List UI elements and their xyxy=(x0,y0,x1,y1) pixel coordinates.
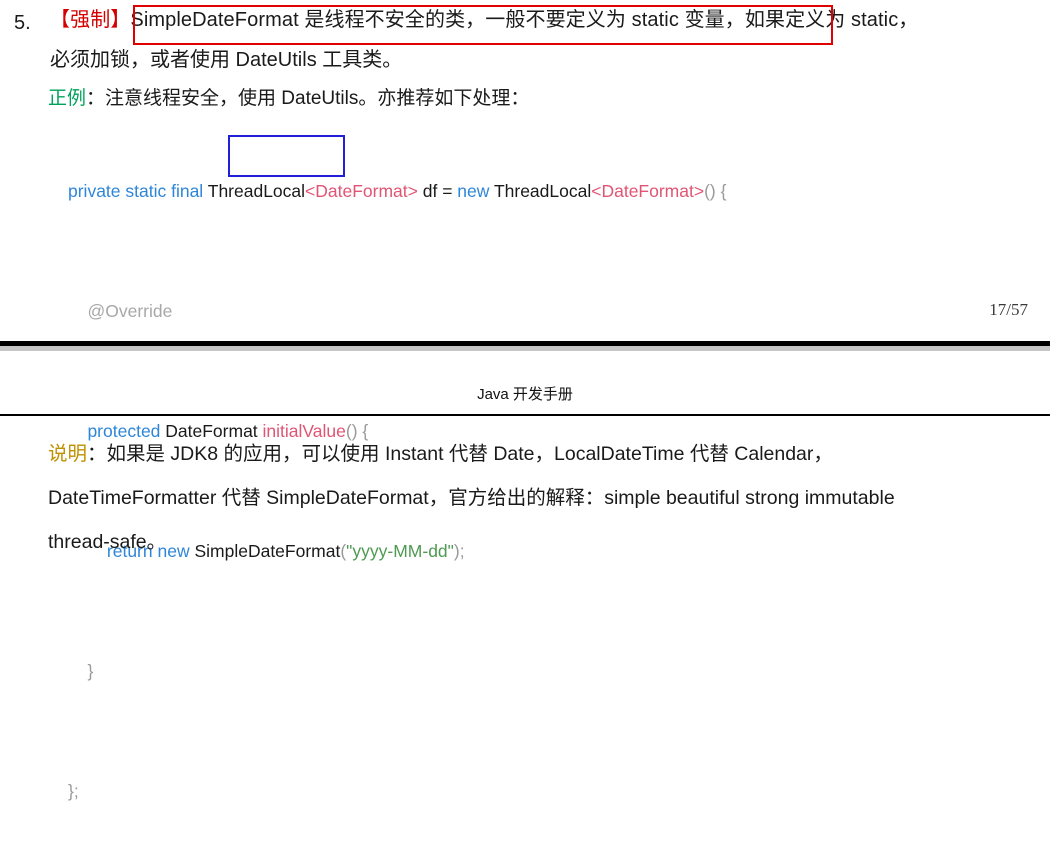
note-paragraph: 说明：如果是 JDK8 的应用，可以使用 Instant 代替 Date，Loc… xyxy=(0,416,1050,564)
code-type-threadlocal: ThreadLocal xyxy=(207,181,306,201)
code-line-6: }; xyxy=(68,776,1050,806)
code-generic-dateformat-1: <DateFormat> xyxy=(305,181,418,201)
page-number: 17/57 xyxy=(989,300,1028,319)
code-indent-5 xyxy=(68,661,87,681)
page-break-gray-bar xyxy=(0,346,1050,351)
code-annotation-override: @Override xyxy=(87,301,173,321)
note-text-line3: thread-safe。 xyxy=(48,531,167,553)
document-header-title: Java 开发手册 xyxy=(477,386,573,403)
code-var-df: df xyxy=(417,181,443,201)
rule-paragraph-line1: 【强制】SimpleDateFormat 是线程不安全的类，一般不要定义为 st… xyxy=(50,0,1050,40)
code-kw-new-1: new xyxy=(457,181,494,201)
code-closing-brace-inner: } xyxy=(87,661,94,681)
good-example-text: ：注意线程安全，使用 DateUtils。亦推荐如下处理： xyxy=(86,88,530,109)
note-text-line2: DateTimeFormatter 代替 SimpleDateFormat，官方… xyxy=(48,487,895,509)
code-line-2: @Override xyxy=(68,296,1050,326)
page-break-separator xyxy=(0,341,1050,351)
code-indent-2 xyxy=(68,301,87,321)
mandatory-tag: 【强制】 xyxy=(50,9,131,31)
rule-text-line1: SimpleDateFormat 是线程不安全的类，一般不要定义为 static… xyxy=(130,9,919,31)
document-page-one: 5. 【强制】SimpleDateFormat 是线程不安全的类，一般不要定义为… xyxy=(0,0,1050,801)
rule-item-5: 5. 【强制】SimpleDateFormat 是线程不安全的类，一般不要定义为… xyxy=(0,0,1050,40)
code-generic-dateformat-2: <DateFormat> xyxy=(591,181,705,201)
good-example-label: 正例 xyxy=(48,88,87,109)
code-line1-tail: () { xyxy=(704,181,727,201)
code-kw-private-static-final: private static final xyxy=(68,181,208,201)
document-page-two: Java 开发手册 说明：如果是 JDK8 的应用，可以使用 Instant 代… xyxy=(0,352,1050,564)
code-type-threadlocal-2: ThreadLocal xyxy=(493,181,592,201)
rule-number: 5. xyxy=(14,12,31,34)
code-line-5: } xyxy=(68,656,1050,686)
rule-paragraph-line2: 必须加锁，或者使用 DateUtils 工具类。 xyxy=(50,49,403,71)
note-text-line1: ：如果是 JDK8 的应用，可以使用 Instant 代替 Date，Local… xyxy=(87,443,833,465)
note-line-1: 说明：如果是 JDK8 的应用，可以使用 Instant 代替 Date，Loc… xyxy=(48,432,1028,476)
good-example-line: 正例：注意线程安全，使用 DateUtils。亦推荐如下处理： xyxy=(0,82,1050,116)
note-label: 说明 xyxy=(48,443,88,465)
code-equals: = xyxy=(442,181,458,201)
code-line-1: private static final ThreadLocal<DateFor… xyxy=(68,176,1050,206)
code-closing-brace-outer: }; xyxy=(68,781,79,801)
